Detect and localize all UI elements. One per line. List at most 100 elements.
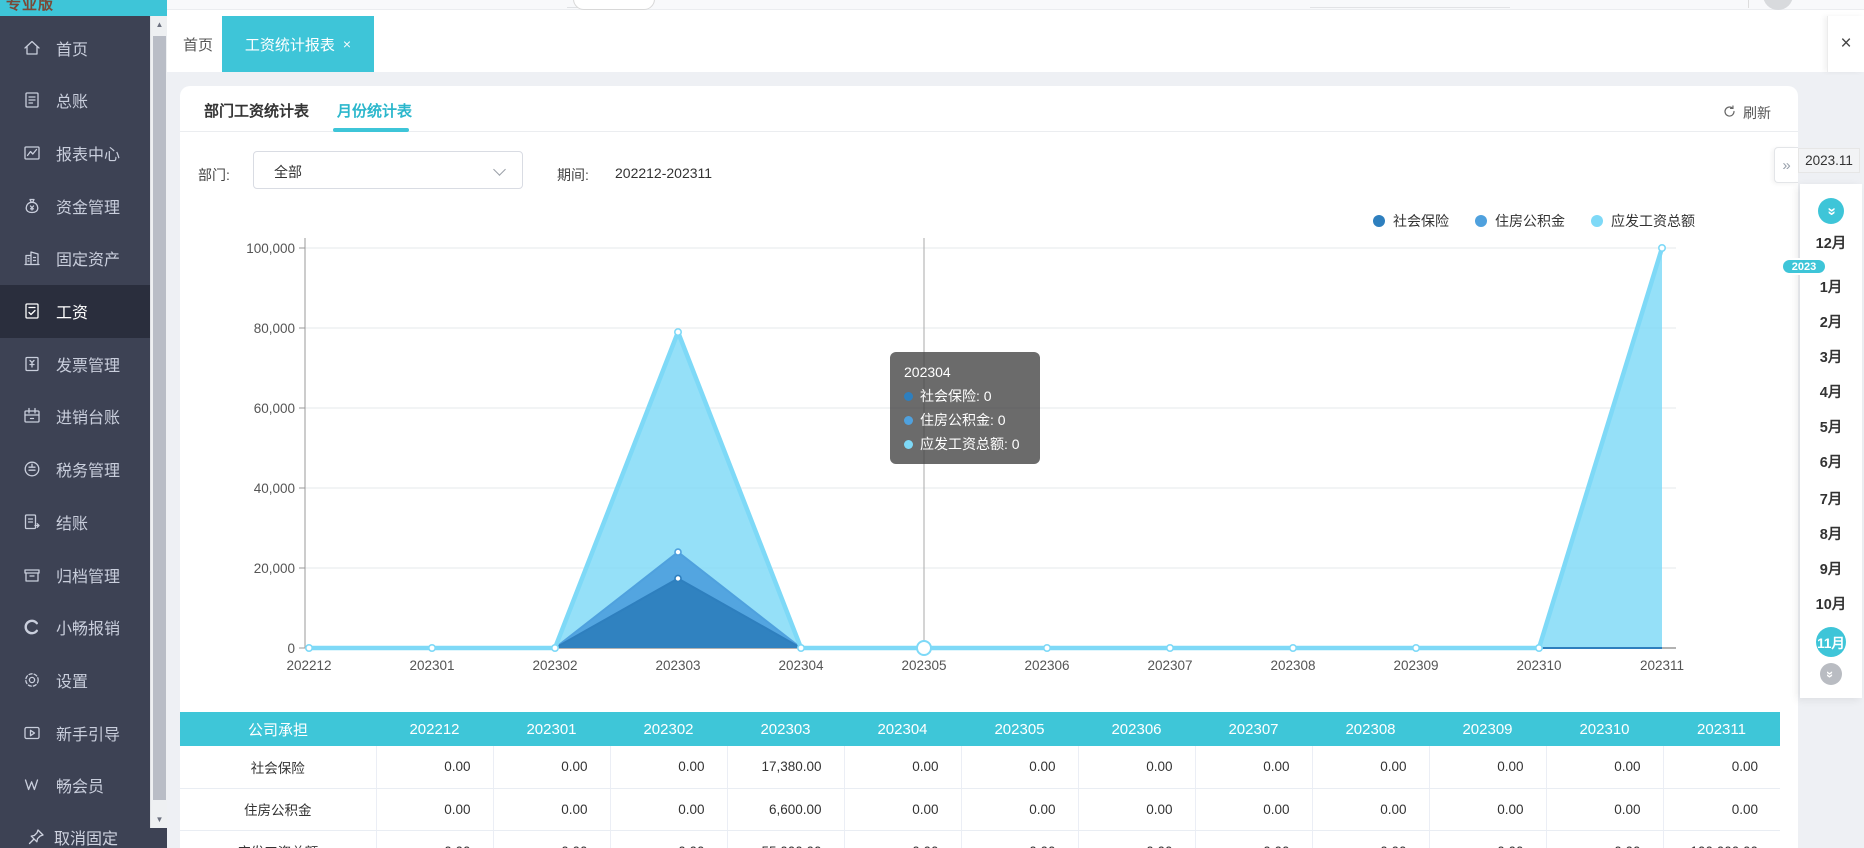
month-item-4[interactable]: 3月 bbox=[1800, 344, 1862, 368]
svg-text:202305: 202305 bbox=[901, 658, 946, 673]
scroll-down-arrow-icon[interactable]: ▼ bbox=[151, 811, 168, 828]
month-item-2[interactable]: 1月 bbox=[1800, 274, 1862, 298]
month-item-3[interactable]: 2月 bbox=[1800, 309, 1862, 333]
refresh-button[interactable]: 刷新 bbox=[1722, 103, 1771, 123]
months-scroll-down-button[interactable]: » bbox=[1820, 663, 1842, 685]
svg-text:202308: 202308 bbox=[1270, 658, 1315, 673]
double-chevron-up-icon: « bbox=[1823, 207, 1840, 215]
sidebar-scrollbar[interactable]: ▲ ▼ bbox=[150, 16, 167, 828]
month-item-8[interactable]: 7月 bbox=[1800, 486, 1862, 510]
table-cell: 0.00 bbox=[1195, 788, 1312, 830]
month-item-7[interactable]: 6月 bbox=[1800, 449, 1862, 473]
table-cell: 0.00 bbox=[844, 746, 961, 788]
sidebar-item-assets[interactable]: 固定资产 bbox=[0, 232, 150, 285]
month-item-1[interactable]: 12月 bbox=[1800, 230, 1862, 254]
collapse-panel-button[interactable]: » bbox=[1774, 147, 1798, 183]
salary-icon bbox=[22, 301, 42, 321]
tooltip-dot-icon bbox=[904, 416, 913, 425]
tab-salary-report-label: 工资统计报表 bbox=[245, 34, 335, 55]
sidebar-item-reimburse[interactable]: 小畅报销 bbox=[0, 601, 150, 654]
month-item-5[interactable]: 4月 bbox=[1800, 379, 1862, 403]
assets-icon bbox=[22, 248, 42, 268]
table-column-header: 202301 bbox=[493, 712, 610, 746]
table-cell: 0.00 bbox=[1429, 746, 1546, 788]
topbar-search-pill[interactable] bbox=[573, 0, 655, 10]
svg-text:202307: 202307 bbox=[1147, 658, 1192, 673]
sidebar-item-home[interactable]: 首页 bbox=[0, 21, 150, 74]
svg-text:60,000: 60,000 bbox=[254, 401, 295, 416]
svg-text:202212: 202212 bbox=[286, 658, 331, 673]
table-cell: 0.00 bbox=[376, 830, 493, 848]
sidebar-item-salary[interactable]: 工资 bbox=[0, 285, 150, 338]
table-row: 应发工资总额0.000.000.0055,000.000.000.000.000… bbox=[180, 830, 1780, 848]
subtab-department-report[interactable]: 部门工资统计表 bbox=[204, 100, 309, 121]
scrollbar-thumb[interactable] bbox=[153, 36, 166, 800]
sidebar-item-label: 设置 bbox=[56, 668, 88, 692]
sidebar-item-invoice[interactable]: 发票管理 bbox=[0, 337, 150, 390]
table-cell: 0.00 bbox=[1195, 746, 1312, 788]
close-all-tabs-button[interactable]: × bbox=[1827, 16, 1864, 72]
table-column-header: 202212 bbox=[376, 712, 493, 746]
table-cell: 0.00 bbox=[493, 830, 610, 848]
sidebar-item-guide[interactable]: 新手引导 bbox=[0, 706, 150, 759]
sidebar-item-reports[interactable]: 报表中心 bbox=[0, 126, 150, 179]
ledger-icon bbox=[22, 90, 42, 110]
inout-icon bbox=[22, 406, 42, 426]
tab-bar: 首页 工资统计报表 × × bbox=[167, 10, 1864, 72]
svg-text:0: 0 bbox=[287, 641, 295, 656]
tooltip-row: 社会保险: 0 bbox=[904, 384, 1026, 408]
table-cell: 0.00 bbox=[1312, 830, 1429, 848]
subtab-month-report[interactable]: 月份统计表 bbox=[337, 100, 412, 121]
table-cell: 0.00 bbox=[1312, 746, 1429, 788]
scroll-up-arrow-icon[interactable]: ▲ bbox=[151, 16, 168, 33]
table-cell: 55,000.00 bbox=[727, 830, 844, 848]
table-cell: 0.00 bbox=[844, 830, 961, 848]
month-item-10[interactable]: 9月 bbox=[1800, 556, 1862, 580]
sidebar-item-archive[interactable]: 归档管理 bbox=[0, 548, 150, 601]
sidebar-item-label: 总账 bbox=[56, 88, 88, 112]
sidebar-item-label: 固定资产 bbox=[56, 246, 120, 270]
closing-icon bbox=[22, 512, 42, 532]
period-filter-value: 202212-202311 bbox=[615, 165, 712, 181]
department-select[interactable]: 全部 bbox=[253, 151, 523, 189]
edition-badge: 专业版 bbox=[0, 0, 167, 16]
svg-text:20,000: 20,000 bbox=[254, 561, 295, 576]
table-cell: 0.00 bbox=[1078, 830, 1195, 848]
sidebar-unpin-button[interactable]: 取消固定 bbox=[0, 826, 167, 848]
home-icon bbox=[22, 38, 42, 58]
company-burden-table: 公司承担202212202301202302202303202304202305… bbox=[180, 712, 1780, 848]
sidebar-item-member[interactable]: 畅会员 bbox=[0, 759, 150, 812]
svg-text:202303: 202303 bbox=[655, 658, 700, 673]
sidebar-item-funds[interactable]: 资金管理 bbox=[0, 179, 150, 232]
sidebar-item-label: 工资 bbox=[56, 299, 88, 323]
table-cell: 100,000.00 bbox=[1663, 830, 1780, 848]
sidebar-item-tax[interactable]: 税务管理 bbox=[0, 443, 150, 496]
sidebar-item-settings[interactable]: 设置 bbox=[0, 653, 150, 706]
sidebar-item-ledger[interactable]: 总账 bbox=[0, 74, 150, 127]
subtab-row bbox=[180, 86, 1798, 132]
table-cell: 0.00 bbox=[1663, 788, 1780, 830]
svg-text:202301: 202301 bbox=[409, 658, 454, 673]
table-column-header: 202311 bbox=[1663, 712, 1780, 746]
double-chevron-down-icon: » bbox=[1823, 670, 1838, 677]
months-scroll-up-button[interactable]: « bbox=[1818, 198, 1844, 224]
table-cell: 0.00 bbox=[493, 746, 610, 788]
month-item-9[interactable]: 8月 bbox=[1800, 521, 1862, 545]
month-item-6[interactable]: 5月 bbox=[1800, 414, 1862, 438]
sidebar-item-inout[interactable]: 进销台账 bbox=[0, 390, 150, 443]
table-cell: 0.00 bbox=[1546, 830, 1663, 848]
sidebar-item-closing[interactable]: 结账 bbox=[0, 495, 150, 548]
table-row: 住房公积金0.000.000.006,600.000.000.000.000.0… bbox=[180, 788, 1780, 830]
tab-salary-report[interactable]: 工资统计报表 × bbox=[222, 16, 374, 72]
archive-icon bbox=[22, 565, 42, 585]
tooltip-value: 住房公积金: 0 bbox=[920, 408, 1006, 432]
tab-close-icon[interactable]: × bbox=[343, 36, 351, 52]
table-column-header: 202307 bbox=[1195, 712, 1312, 746]
active-subtab-underline bbox=[333, 128, 409, 132]
month-item-12[interactable]: 11月 bbox=[1816, 627, 1846, 657]
tab-home[interactable]: 首页 bbox=[183, 34, 213, 55]
table-cell: 0.00 bbox=[1078, 746, 1195, 788]
month-item-11[interactable]: 10月 bbox=[1800, 591, 1862, 615]
current-period-box[interactable]: 2023.11 bbox=[1798, 148, 1860, 173]
sidebar-item-label: 畅会员 bbox=[56, 773, 104, 797]
